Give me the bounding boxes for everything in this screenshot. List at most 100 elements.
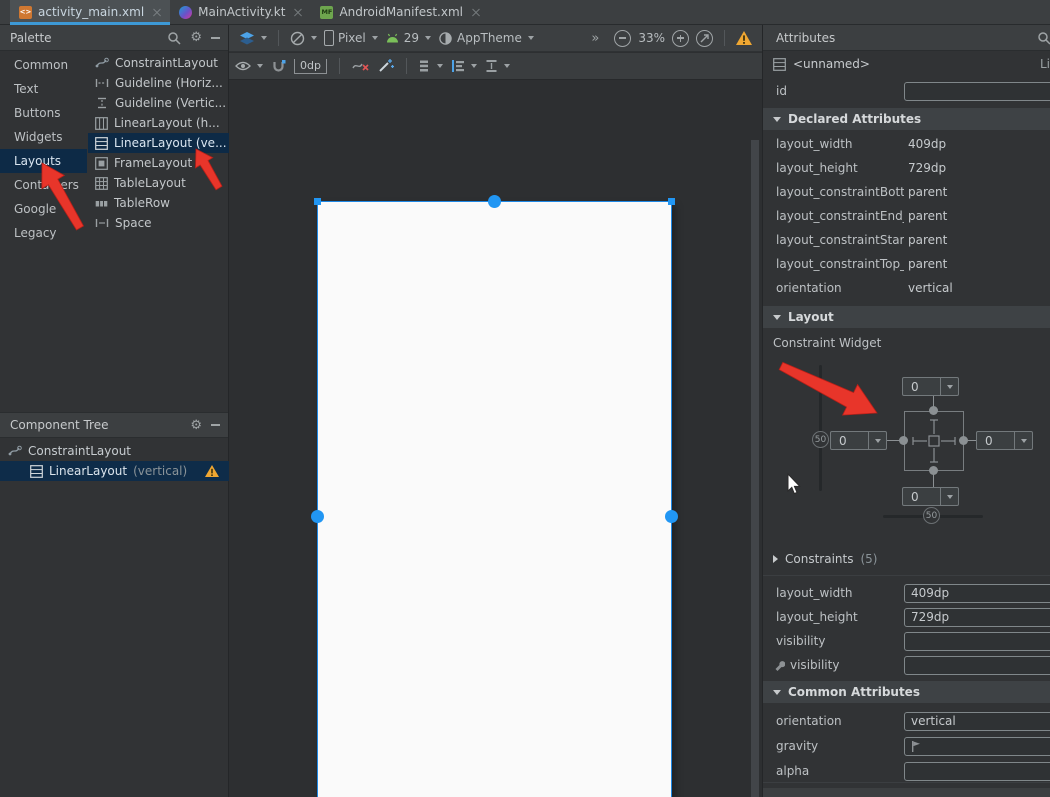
margin-bottom-combo[interactable]: 0 bbox=[902, 487, 959, 506]
palette-item-linearlayout-vertical[interactable]: LinearLayout (ve... bbox=[88, 133, 229, 153]
palette-category-buttons[interactable]: Buttons bbox=[0, 101, 87, 125]
palette-category-text[interactable]: Text bbox=[0, 77, 87, 101]
anchor-right-icon[interactable] bbox=[665, 510, 678, 523]
attributes-title: Attributes bbox=[776, 31, 835, 45]
minimize-icon[interactable] bbox=[211, 424, 220, 426]
resize-handle-top-right[interactable] bbox=[668, 198, 675, 205]
close-icon[interactable] bbox=[294, 8, 302, 16]
tab-androidmanifest-xml[interactable]: MF AndroidManifest.xml bbox=[311, 0, 489, 24]
constraint-anchor-left[interactable] bbox=[899, 436, 908, 445]
default-margin-button[interactable]: 0dp bbox=[294, 59, 327, 74]
tree-node-constraintlayout[interactable]: ConstraintLayout bbox=[0, 441, 229, 461]
attr-row-layout-height[interactable]: layout_height729dp bbox=[763, 156, 1050, 180]
constraint-anchor-right[interactable] bbox=[959, 436, 968, 445]
attr-row-constraint-bottom[interactable]: layout_constraintBottoparent bbox=[763, 180, 1050, 204]
search-icon[interactable] bbox=[167, 31, 181, 45]
clear-constraints-button[interactable] bbox=[352, 60, 370, 72]
layout-height-input[interactable]: 729dp bbox=[904, 608, 1050, 627]
palette-category-layouts[interactable]: Layouts bbox=[0, 149, 87, 173]
margin-right-combo[interactable]: 0 bbox=[976, 431, 1033, 450]
gear-icon[interactable]: ⚙ bbox=[190, 419, 202, 432]
id-input[interactable] bbox=[904, 82, 1050, 101]
tab-mainactivity-kt[interactable]: MainActivity.kt bbox=[170, 0, 311, 24]
orientation-input[interactable]: vertical bbox=[904, 712, 1050, 731]
margin-left-combo[interactable]: 0 bbox=[830, 431, 887, 450]
zoom-in-button[interactable] bbox=[672, 30, 689, 47]
palette-category-legacy[interactable]: Legacy bbox=[0, 221, 87, 245]
palette-item-guideline-vertical[interactable]: Guideline (Vertic... bbox=[88, 93, 229, 113]
tree-node-linearlayout-vertical[interactable]: LinearLayout(vertical) bbox=[0, 461, 229, 481]
palette-category-widgets[interactable]: Widgets bbox=[0, 125, 87, 149]
section-common-attributes[interactable]: Common Attributes bbox=[763, 681, 1050, 703]
gravity-input[interactable] bbox=[904, 737, 1050, 756]
anchor-left-icon[interactable] bbox=[311, 510, 324, 523]
palette-item-guideline-horizontal[interactable]: Guideline (Horiz... bbox=[88, 73, 229, 93]
palette-item-tablerow[interactable]: TableRow bbox=[88, 193, 229, 213]
close-icon[interactable] bbox=[472, 8, 480, 16]
tools-visibility-input[interactable] bbox=[904, 656, 1050, 675]
attr-row-gravity[interactable]: gravity bbox=[763, 734, 1050, 758]
palette-item-framelayout[interactable]: FrameLayout bbox=[88, 153, 229, 173]
palette-item-linearlayout-horizontal[interactable]: LinearLayout (h... bbox=[88, 113, 229, 133]
resize-handle-top-left[interactable] bbox=[314, 198, 321, 205]
minimize-icon[interactable] bbox=[211, 37, 220, 39]
attributes-header: Attributes bbox=[763, 25, 1050, 51]
zoom-out-button[interactable] bbox=[614, 30, 631, 47]
visibility-input[interactable] bbox=[904, 632, 1050, 651]
palette-item-tablelayout[interactable]: TableLayout bbox=[88, 173, 229, 193]
attr-row-constraint-start[interactable]: layout_constraintStart_parent bbox=[763, 228, 1050, 252]
anchor-top-icon[interactable] bbox=[488, 195, 501, 208]
palette-item-constraintlayout[interactable]: ConstraintLayout bbox=[88, 53, 229, 73]
gear-icon[interactable]: ⚙ bbox=[190, 31, 202, 44]
attr-row-constraint-top[interactable]: layout_constraintTop_tparent bbox=[763, 252, 1050, 276]
autoconnect-toggle[interactable] bbox=[271, 60, 286, 73]
palette-category-containers[interactable]: Containers bbox=[0, 173, 87, 197]
attr-row-constraint-end[interactable]: layout_constraintEnd_tparent bbox=[763, 204, 1050, 228]
attr-row-tools-visibility[interactable]: visibility bbox=[763, 653, 1050, 677]
tab-activity-main-xml[interactable]: <> activity_main.xml bbox=[10, 0, 170, 24]
constraint-widget-box[interactable] bbox=[904, 411, 964, 471]
section-declared-attributes[interactable]: Declared Attributes bbox=[763, 108, 1050, 130]
api-level-selector[interactable]: 29 bbox=[385, 31, 431, 45]
orientation-selector[interactable] bbox=[290, 31, 317, 46]
warnings-button[interactable] bbox=[736, 31, 752, 45]
device-selector[interactable]: Pixel bbox=[324, 30, 378, 46]
align-selector[interactable] bbox=[451, 60, 477, 72]
margin-top-combo[interactable]: 0 bbox=[902, 377, 959, 396]
close-icon[interactable] bbox=[153, 8, 161, 16]
layout-width-input[interactable]: 409dp bbox=[904, 584, 1050, 603]
palette-category-common[interactable]: Common bbox=[0, 53, 87, 77]
attr-row-layout-height[interactable]: layout_height729dp bbox=[763, 605, 1050, 629]
alpha-input[interactable] bbox=[904, 762, 1050, 781]
palette-item-space[interactable]: Space bbox=[88, 213, 229, 233]
section-layout[interactable]: Layout bbox=[763, 306, 1050, 328]
expand-vertical-selector[interactable] bbox=[485, 60, 510, 72]
horizontal-bias-value[interactable]: 50 bbox=[923, 507, 940, 524]
linearlayout-vertical-icon bbox=[773, 58, 786, 71]
id-row: id bbox=[763, 79, 1050, 103]
constraint-anchor-top[interactable] bbox=[929, 406, 938, 415]
toolbar-overflow-chevron[interactable]: » bbox=[591, 31, 599, 46]
attr-row-orientation[interactable]: orientationvertical bbox=[763, 276, 1050, 300]
vertical-bias-value[interactable]: 50 bbox=[812, 431, 829, 448]
canvas-scrollbar[interactable] bbox=[751, 140, 759, 797]
attr-row-visibility[interactable]: visibility bbox=[763, 629, 1050, 653]
palette-category-google[interactable]: Google bbox=[0, 197, 87, 221]
pack-selector[interactable] bbox=[419, 60, 443, 72]
device-screen-linearlayout[interactable] bbox=[317, 201, 672, 797]
design-canvas[interactable] bbox=[229, 80, 762, 797]
search-icon[interactable] bbox=[1037, 31, 1050, 45]
attr-row-alpha[interactable]: alpha bbox=[763, 759, 1050, 783]
attr-row-layout-width[interactable]: layout_width409dp bbox=[763, 132, 1050, 156]
zoom-to-fit-button[interactable] bbox=[696, 30, 713, 47]
constraint-anchor-bottom[interactable] bbox=[929, 466, 938, 475]
selected-component-row: <unnamed> Li bbox=[763, 52, 1050, 76]
vertical-bias-slider[interactable] bbox=[819, 365, 822, 491]
attr-row-layout-width[interactable]: layout_width409dp bbox=[763, 581, 1050, 605]
design-surface-selector[interactable] bbox=[239, 32, 267, 45]
infer-constraints-button[interactable] bbox=[378, 59, 394, 73]
constraints-section-toggle[interactable]: Constraints (5) bbox=[773, 552, 877, 566]
attr-row-orientation[interactable]: orientationvertical bbox=[763, 709, 1050, 733]
theme-selector[interactable]: AppTheme bbox=[438, 31, 534, 46]
view-options-selector[interactable] bbox=[235, 61, 263, 71]
